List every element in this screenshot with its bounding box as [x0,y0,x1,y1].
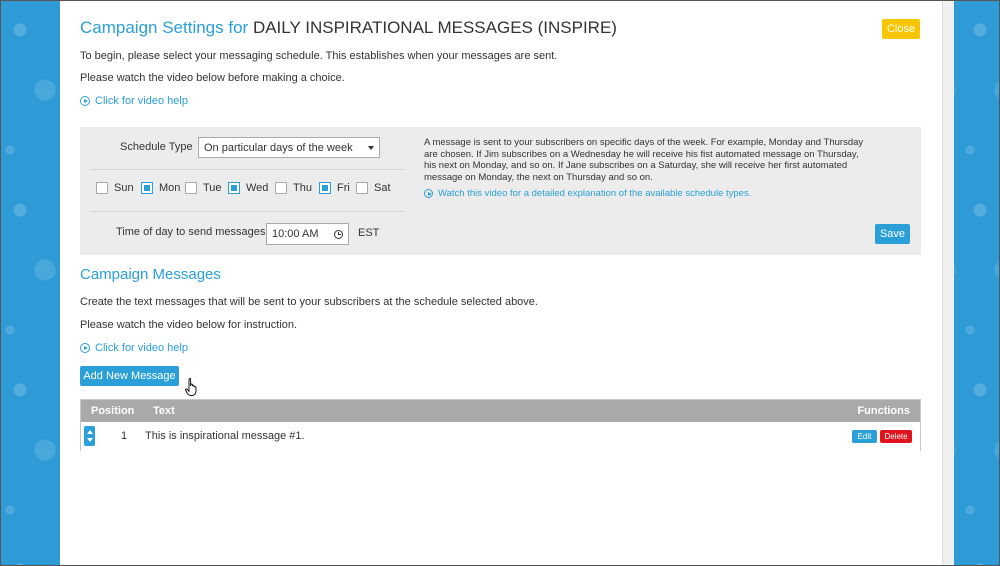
day-checkbox-fri[interactable]: Fri [319,182,350,194]
time-input[interactable]: 10:00 AM [266,223,349,245]
reorder-handle[interactable] [84,426,95,446]
timezone-label: EST [358,227,380,239]
day-checkbox-sun[interactable]: Sun [96,182,134,194]
divider [90,211,405,212]
table-row: 1 This is inspirational message #1. Edit… [81,422,920,451]
day-label: Fri [337,182,350,194]
messages-instruction: Please watch the video below for instruc… [80,319,298,331]
column-text: Text [153,405,175,417]
delete-button[interactable]: Delete [880,430,912,443]
intro-instruction: Please watch the video below before maki… [80,72,345,84]
checkbox[interactable] [228,182,240,194]
checkbox[interactable] [356,182,368,194]
day-label: Sat [374,182,391,194]
video-help-label: Click for video help [95,342,188,354]
video-help-label: Click for video help [95,95,188,107]
title-prefix: Campaign Settings for [80,18,249,37]
arrow-down-icon[interactable] [86,438,93,442]
campaign-name: DAILY INSPIRATIONAL MESSAGES (INSPIRE) [252,18,617,37]
row-position: 1 [121,430,128,442]
campaign-settings-panel: Campaign Settings for DAILY INSPIRATIONA… [60,0,942,566]
save-button[interactable]: Save [875,224,910,244]
close-button[interactable]: Close [882,19,920,39]
day-label: Wed [246,182,269,194]
edit-button[interactable]: Edit [852,430,877,443]
table-header: Position Text Functions [81,400,920,422]
arrow-up-icon[interactable] [86,430,93,434]
day-checkbox-mon[interactable]: Mon [141,182,180,194]
hand-cursor-icon [185,378,197,396]
checkbox[interactable] [185,182,197,194]
chevron-down-icon [368,145,374,150]
day-label: Thu [293,182,312,194]
day-label: Tue [203,182,222,194]
day-checkbox-tue[interactable]: Tue [185,182,222,194]
play-circle-icon [80,96,90,106]
clock-icon [334,229,343,239]
play-circle-icon [424,189,433,198]
day-checkbox-wed[interactable]: Wed [228,182,268,194]
row-text: This is inspirational message #1. [145,430,305,442]
messages-table: Position Text Functions 1 This is inspir… [80,399,921,451]
day-label: Sun [114,182,134,194]
messages-video-help-link[interactable]: Click for video help [80,342,188,354]
play-circle-icon [80,343,90,353]
time-label: Time of day to send messages [116,226,266,238]
schedule-settings: Schedule Type On particular days of the … [80,127,921,255]
scrollbar[interactable] [942,0,954,566]
schedule-type-label: Schedule Type [120,141,193,153]
page-title: Campaign Settings for DAILY INSPIRATIONA… [80,18,617,38]
time-value: 10:00 AM [272,228,319,240]
checkbox[interactable] [96,182,108,194]
add-new-message-button[interactable]: Add New Message [80,366,179,386]
checkbox[interactable] [141,182,153,194]
schedule-video-link[interactable]: Watch this video for a detailed explanat… [424,188,751,199]
campaign-messages-heading: Campaign Messages [80,266,221,283]
schedule-video-label: Watch this video for a detailed explanat… [438,188,752,199]
column-functions: Functions [857,405,910,417]
day-checkbox-thu[interactable]: Thu [275,182,312,194]
column-position: Position [91,405,135,417]
messages-intro: Create the text messages that will be se… [80,296,538,308]
day-label: Mon [159,182,181,194]
schedule-type-select[interactable]: On particular days of the week [198,137,380,158]
divider [90,169,405,170]
intro-text: To begin, please select your messaging s… [80,50,558,62]
schedule-type-value: On particular days of the week [204,141,353,154]
checkbox[interactable] [275,182,287,194]
checkbox[interactable] [319,182,331,194]
day-checkbox-sat[interactable]: Sat [356,182,391,194]
video-help-link[interactable]: Click for video help [80,95,188,107]
schedule-description: A message is sent to your subscribers on… [424,137,864,183]
